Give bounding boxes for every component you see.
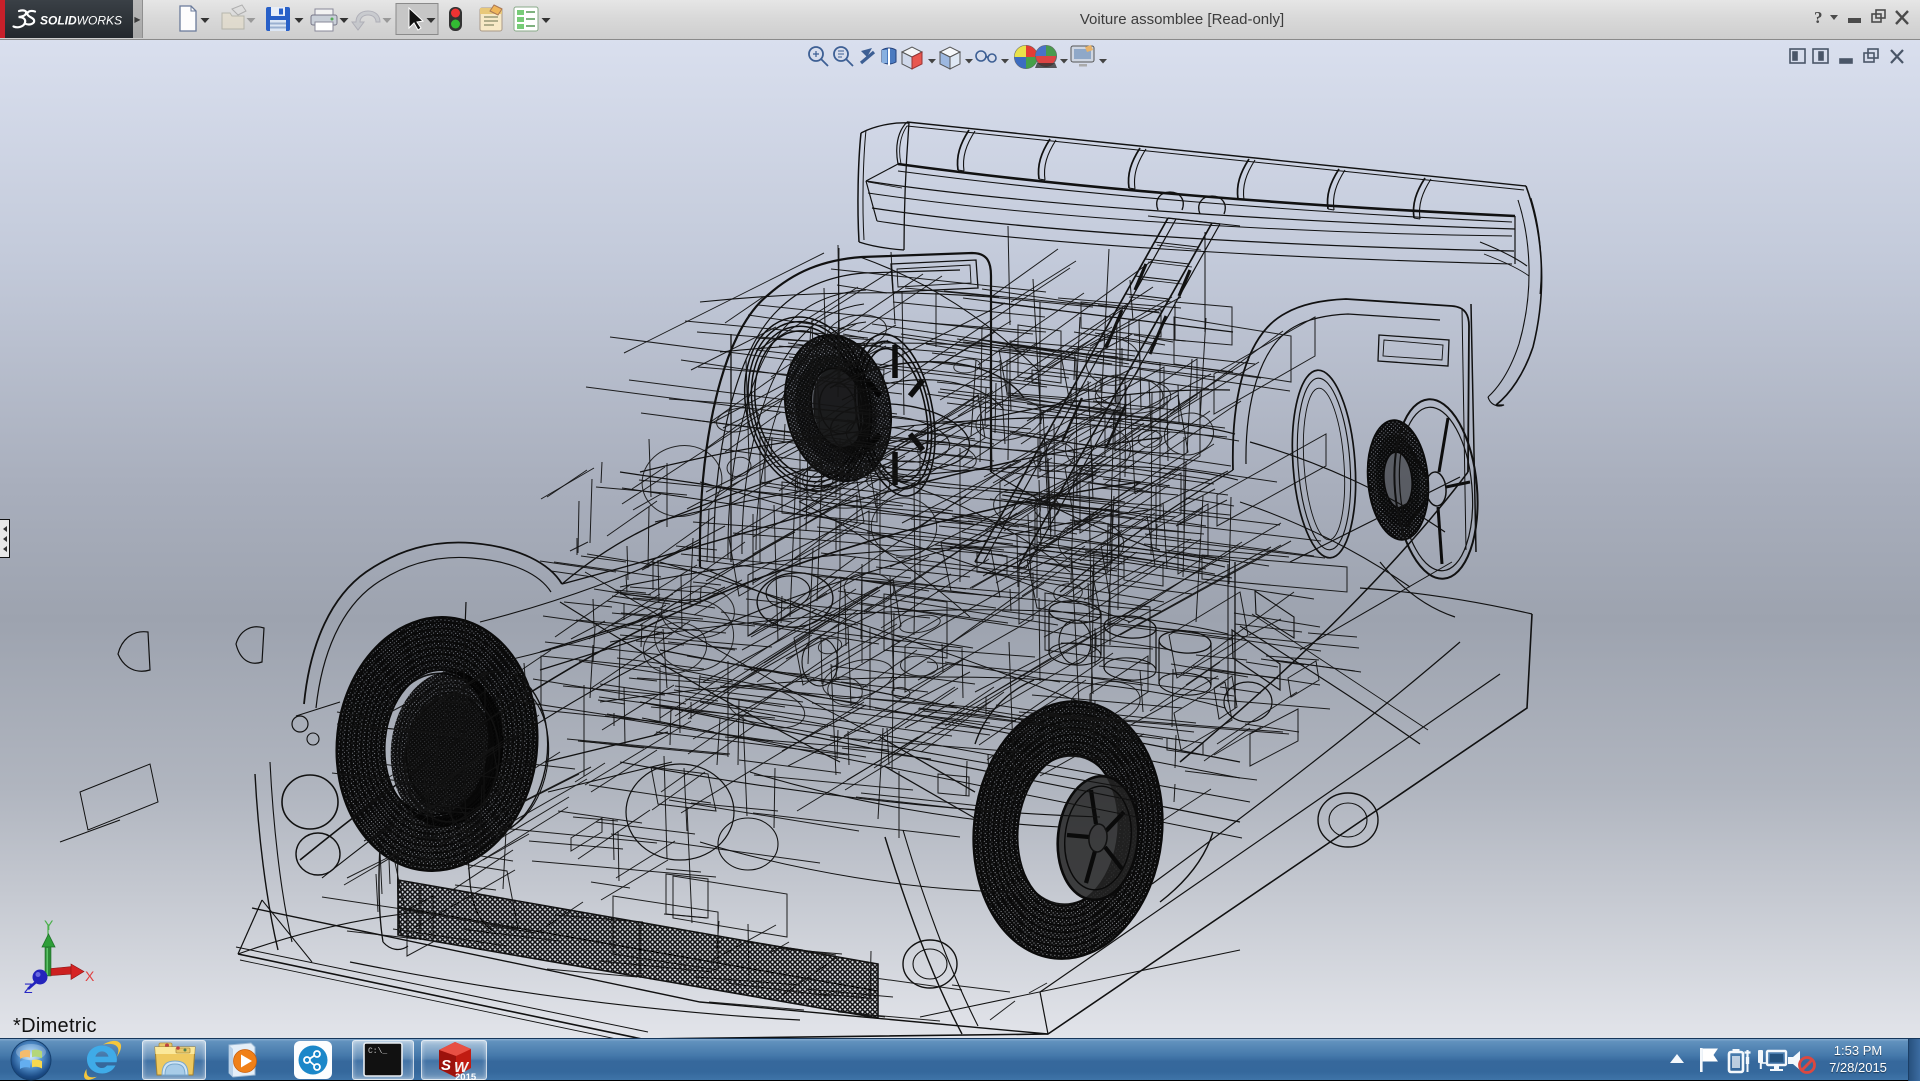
svg-text:Z: Z: [24, 980, 33, 996]
svg-text:Y: Y: [44, 917, 54, 933]
svg-text:SOLIDWORKS: SOLIDWORKS: [40, 14, 122, 28]
svg-text:X: X: [85, 968, 95, 984]
svg-text:?: ?: [1814, 8, 1823, 27]
svg-text:C:\_: C:\_: [368, 1047, 387, 1056]
svg-text:S: S: [441, 1057, 451, 1074]
